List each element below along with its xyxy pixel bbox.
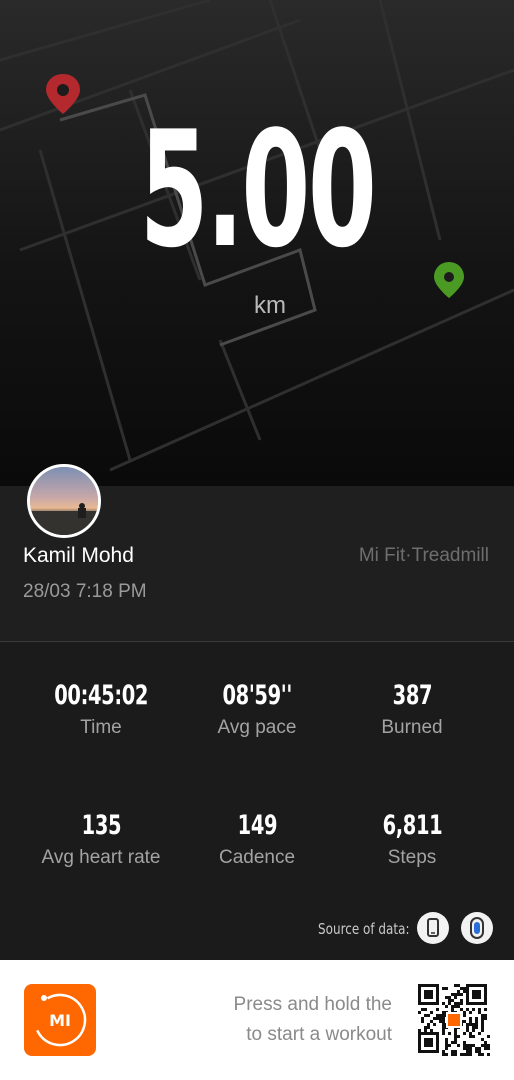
phone-icon[interactable]	[417, 912, 449, 944]
stat-label: Avg heart rate	[41, 847, 161, 868]
distance-unit: km	[254, 292, 286, 319]
user-name: Kamil Mohd	[23, 544, 134, 567]
stat-value: 6,811	[382, 810, 442, 841]
stat-cadence: 149 Cadence	[177, 810, 337, 869]
promo-line-2: to start a workout	[246, 1024, 392, 1045]
stat-burned: 387 Burned	[332, 680, 492, 739]
stat-avg-pace: 08'59'' Avg pace	[177, 680, 337, 739]
mi-logo-text: MI	[49, 1011, 71, 1030]
workout-datetime: 28/03 7:18 PM	[23, 581, 147, 602]
data-source-label: Source of data:	[318, 920, 410, 938]
stat-value: 387	[392, 680, 432, 711]
avatar[interactable]	[27, 464, 101, 538]
stat-label: Burned	[381, 717, 443, 738]
watch-icon[interactable]	[461, 912, 493, 944]
promo-text: Press and hold the to start a workout	[234, 990, 392, 1050]
stat-value: 135	[81, 810, 121, 841]
mi-fit-app-icon[interactable]: MI	[24, 984, 96, 1056]
stat-time: 00:45:02 Time	[21, 680, 181, 739]
promo-footer: MI Press and hold the to start a workout	[0, 960, 514, 1080]
stat-value: 00:45:02	[54, 680, 148, 711]
stat-avg-heart-rate: 135 Avg heart rate	[21, 810, 181, 869]
stat-value: 08'59''	[222, 680, 292, 711]
qr-code-icon[interactable]	[418, 984, 490, 1056]
stat-steps: 6,811 Steps	[332, 810, 492, 869]
route-map-header: 5.00 km	[0, 0, 514, 486]
stat-label: Time	[80, 717, 122, 738]
stat-value: 149	[237, 810, 277, 841]
stat-label: Cadence	[218, 847, 296, 868]
stat-label: Avg pace	[217, 717, 297, 738]
stat-label: Steps	[387, 847, 437, 868]
workout-source-app: Mi Fit·Treadmill	[358, 545, 489, 566]
start-pin-icon	[46, 74, 80, 114]
distance-value: 5.00	[139, 96, 377, 283]
avatar-photo	[30, 467, 98, 535]
promo-line-1: Press and hold the	[233, 994, 392, 1015]
